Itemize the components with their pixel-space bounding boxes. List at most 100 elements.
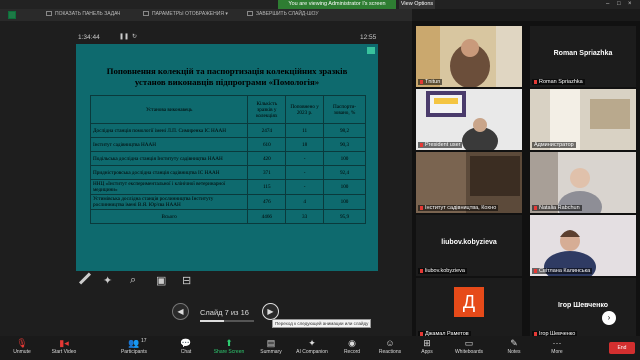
maximize-icon[interactable]: □: [617, 1, 621, 7]
participant-display-name: Roman Spriazhka: [553, 50, 613, 57]
table-cell: Всього: [89, 209, 249, 224]
slide-table: Установа виконавець Кількість зразків у …: [89, 95, 366, 224]
ai-companion-button[interactable]: ✦ AI Companion: [292, 338, 332, 355]
mic-muted-icon: [534, 80, 537, 84]
table-cell: ННЦ «Інститут експериментальної і клініч…: [89, 179, 249, 195]
laser-pointer-icon[interactable]: ✦: [103, 274, 112, 287]
table-cell: 420: [247, 151, 287, 166]
whiteboard-icon: ▭: [464, 338, 474, 348]
table-cell: 2474: [247, 123, 287, 138]
whiteboards-button[interactable]: ▭ Whiteboards: [449, 338, 489, 355]
apps-button[interactable]: ⊞ Apps: [407, 338, 447, 355]
reactions-button[interactable]: ☺ Reactions: [370, 338, 410, 355]
table-cell: -: [285, 179, 324, 195]
participant-name: Администратор: [532, 142, 576, 148]
table-cell: -: [285, 165, 324, 180]
avatar: Д: [454, 287, 484, 317]
previous-slide-button[interactable]: ◀: [172, 303, 189, 320]
black-screen-icon[interactable]: ▣: [156, 274, 166, 287]
share-arrow-icon: ⬆: [225, 338, 233, 348]
end-meeting-button[interactable]: End: [609, 342, 635, 354]
chat-icon: 💬: [180, 338, 192, 348]
chevron-right-icon: ›: [607, 313, 611, 322]
video-feed: [530, 152, 636, 213]
participant-display-name: Ігор Шевченко: [557, 302, 609, 309]
zoom-icon[interactable]: ⌕: [130, 274, 136, 287]
people-icon: 👥: [128, 338, 140, 348]
participant-name: Tnitun: [418, 79, 443, 85]
viewing-banner: You are viewing Administrator I's screen: [278, 0, 396, 9]
record-button[interactable]: ◉ Record: [332, 338, 372, 355]
summary-button[interactable]: ▤ Summary: [251, 338, 291, 355]
mic-muted-icon: [420, 80, 423, 84]
participants-button[interactable]: 👥 Participants: [114, 338, 154, 355]
table-cell: 115: [247, 179, 287, 195]
show-taskbar-button[interactable]: ПОКАЗАТЬ ПАНЕЛЬ ЗАДАЧ: [46, 11, 120, 17]
table-header-cell: Паспорти-зовано, %: [323, 95, 366, 124]
clock: 12:55: [360, 34, 377, 41]
table-cell: 92,4: [323, 165, 366, 180]
minimize-icon[interactable]: –: [606, 1, 609, 7]
participant-tile[interactable]: Світлана Калинська: [530, 215, 636, 276]
participant-tile[interactable]: Д Джамал Раметов: [416, 278, 522, 339]
taskbar-icon: [46, 11, 52, 16]
meeting-controls: 🎙 Unmute ▮◂ Start Video 👥 Participants 17 💬…: [0, 336, 640, 360]
display-settings-button[interactable]: ПАРАМЕТРЫ ОТОБРАЖЕНИЯ ▾: [143, 11, 228, 17]
table-cell: 90,3: [323, 137, 366, 152]
slide-title: Поповнення колекцій та паспортизація кол…: [106, 66, 348, 87]
next-slide-button[interactable]: ▶: [262, 303, 279, 320]
presenter-toolbar: ПОКАЗАТЬ ПАНЕЛЬ ЗАДАЧ ПАРАМЕТРЫ ОТОБРАЖЕ…: [0, 9, 412, 21]
end-slideshow-button[interactable]: ЗАВЕРШИТЬ СЛАЙД-ШОУ: [247, 11, 319, 17]
subtitles-icon[interactable]: ⊟: [182, 274, 191, 287]
more-icon: ···: [552, 338, 562, 348]
table-row: Придністровська дослідна станція садівни…: [89, 165, 366, 180]
table-cell: 33: [285, 209, 324, 224]
participant-tile[interactable]: liubov.kobyzieva liubov.kobyzieva: [416, 215, 522, 276]
participant-tile[interactable]: Інститут садівництва, Кохно: [416, 152, 522, 213]
participant-tile[interactable]: Roman Spriazhka Roman Spriazhka: [530, 26, 636, 87]
view-options-button[interactable]: View Options: [399, 0, 435, 9]
participant-tile[interactable]: President user: [416, 89, 522, 150]
table-cell: 95,9: [323, 209, 366, 224]
unmute-button[interactable]: 🎙 Unmute: [2, 338, 42, 355]
participant-tile[interactable]: Администратор: [530, 89, 636, 150]
table-cell: 610: [247, 137, 287, 152]
participant-tile[interactable]: Ігор Шевченко Ігор Шевченко: [530, 278, 636, 339]
slide-counter[interactable]: Слайд 7 из 16: [200, 308, 249, 317]
video-feed: [530, 215, 636, 276]
start-video-button[interactable]: ▮◂ Start Video: [44, 338, 84, 355]
mic-muted-icon: [534, 269, 537, 273]
mic-muted-icon: [420, 269, 423, 273]
arrow-right-icon: ▶: [267, 307, 274, 316]
participant-name: Світлана Калинська: [532, 268, 593, 274]
participant-tile[interactable]: Tnitun: [416, 26, 522, 87]
table-row: Інститут садівництва НААН 610 18 90,3: [89, 137, 366, 152]
table-cell: -: [285, 151, 324, 166]
app-grid-icon[interactable]: [8, 11, 16, 19]
table-cell: 371: [247, 165, 287, 180]
notes-button[interactable]: ✎ Notes: [494, 338, 534, 355]
table-cell: 98,2: [323, 123, 366, 138]
pen-tool-icon[interactable]: [78, 272, 92, 285]
close-icon[interactable]: ×: [628, 1, 632, 7]
reset-timer-icon[interactable]: ↻: [132, 33, 137, 40]
table-header-cell: Установа виконавець: [89, 95, 249, 124]
video-feed: [416, 89, 522, 150]
end-show-icon: [247, 11, 253, 16]
monitor-icon: [143, 11, 149, 16]
table-cell: 100: [323, 194, 366, 210]
gallery-next-page-button[interactable]: ›: [602, 311, 616, 325]
participant-name: Roman Spriazhka: [532, 79, 585, 85]
pause-timer-icon[interactable]: ❚❚: [119, 33, 129, 40]
participant-gallery: Tnitun Roman Spriazhka Roman Spriazhka P…: [412, 21, 640, 339]
participant-name: Natalia Rabchun: [532, 205, 582, 211]
video-feed: [416, 152, 522, 213]
more-button[interactable]: ··· More: [537, 338, 577, 355]
participant-tile[interactable]: Natalia Rabchun: [530, 152, 636, 213]
share-screen-button[interactable]: ⬆ Share Screen: [209, 338, 249, 355]
record-icon: ◉: [348, 338, 356, 348]
participant-name: Інститут садівництва, Кохно: [418, 205, 499, 211]
chat-button[interactable]: 💬 Chat: [166, 338, 206, 355]
table-cell: 100: [323, 151, 366, 166]
sparkle-icon: ✦: [308, 338, 316, 348]
